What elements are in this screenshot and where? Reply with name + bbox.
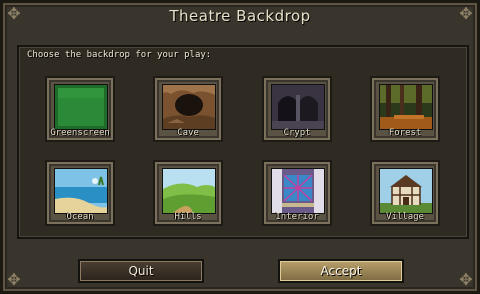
forest-image [379,84,433,130]
backdrop-label: Ocean [66,212,94,222]
backdrop-label: Greenscreen [50,128,110,138]
crypt-image [271,84,325,130]
backdrop-option-interior[interactable]: Interior [262,160,332,226]
backdrop-label: Cave [177,128,199,138]
backdrop-option-hills[interactable]: Hills [153,160,223,226]
backdrop-option-greenscreen[interactable]: Greenscreen [45,76,115,142]
backdrop-option-forest[interactable]: Forest [370,76,440,142]
backdrop-panel: Choose the backdrop for your play: Green… [17,45,469,239]
backdrop-label: Village [386,212,424,222]
backdrop-label: Hills [174,212,202,222]
backdrop-label: Crypt [283,128,311,138]
accept-button[interactable]: Accept [278,259,404,283]
backdrop-option-crypt[interactable]: Crypt [262,76,332,142]
backdrop-option-cave[interactable]: Cave [153,76,223,142]
quit-button[interactable]: Quit [78,259,204,283]
ocean-image [54,168,108,214]
corner-ornament-icon: ✥ [459,270,473,289]
backdrop-label: Forest [388,128,422,138]
cave-image [162,84,216,130]
village-image [379,168,433,214]
backdrop-option-ocean[interactable]: Ocean [45,160,115,226]
hills-image [162,168,216,214]
corner-ornament-icon: ✥ [7,270,21,289]
interior-image [271,168,325,214]
dialog-frame: ✥ ✥ ✥ ✥ Theatre Backdrop Choose the back… [0,0,480,294]
dialog-title: Theatre Backdrop [169,7,311,25]
greenscreen-image [54,84,108,130]
backdrop-option-village[interactable]: Village [370,160,440,226]
prompt-text: Choose the backdrop for your play: [27,50,212,60]
backdrop-label: Interior [275,212,319,222]
